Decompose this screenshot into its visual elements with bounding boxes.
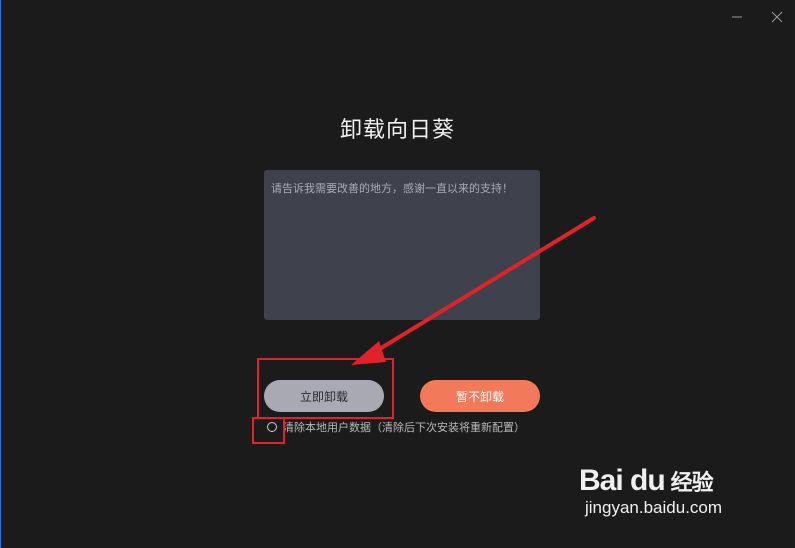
uninstall-now-button[interactable]: 立即卸载: [264, 380, 384, 412]
watermark-product: 经验: [670, 470, 714, 495]
window-controls: [728, 8, 786, 26]
feedback-textarea[interactable]: [264, 170, 540, 320]
uninstall-window: 卸载向日葵 立即卸载 暂不卸载 清除本地用户数据（清除后下次安装将重新配置） B…: [0, 0, 795, 548]
baidu-jingyan-watermark: Bai du 经验 jingyan.baidu.com: [579, 464, 754, 534]
clear-data-radio[interactable]: [267, 422, 277, 432]
watermark-url: jingyan.baidu.com: [585, 498, 723, 517]
clear-data-label: 清除本地用户数据（清除后下次安装将重新配置）: [283, 421, 525, 434]
minimize-icon[interactable]: [728, 8, 746, 26]
watermark-brand: Bai du: [579, 464, 666, 497]
page-title: 卸载向日葵: [339, 118, 455, 143]
clear-data-option[interactable]: 清除本地用户数据（清除后下次安装将重新配置）: [267, 419, 525, 435]
close-icon[interactable]: [768, 8, 786, 26]
keep-installed-button[interactable]: 暂不卸载: [420, 380, 540, 412]
